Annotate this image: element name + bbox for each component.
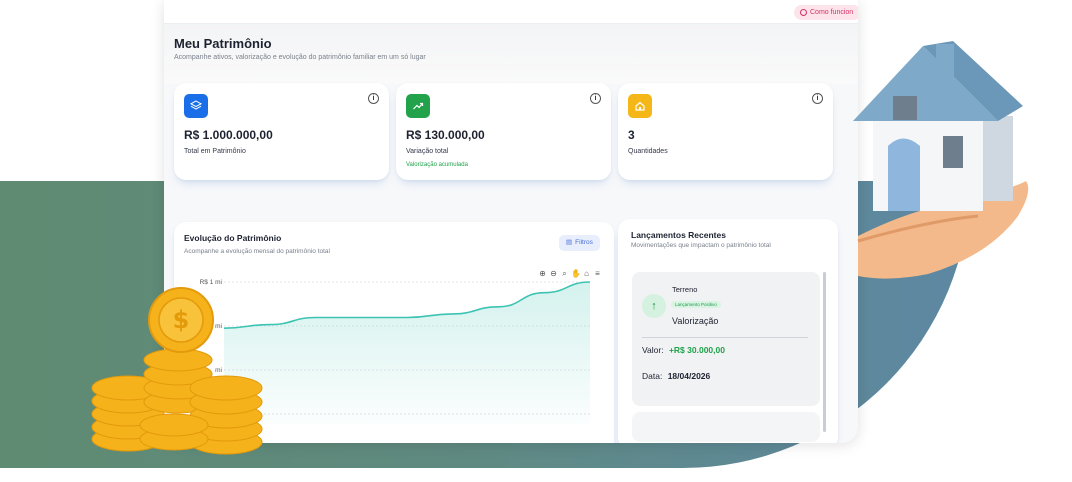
how-it-works-button[interactable]: Como funcion: [794, 5, 858, 20]
stat-label: Quantidades: [628, 148, 668, 155]
top-bar: Como funcion: [164, 0, 858, 24]
home-icon: [628, 94, 652, 118]
filter-icon: ▤: [566, 239, 573, 246]
recent-title: Lançamentos Recentes: [631, 230, 726, 240]
stat-card-total: i R$ 1.000.000,00 Total em Patrimônio: [174, 83, 389, 180]
entry-date-label: Data:: [642, 371, 663, 381]
entry-name: Terreno: [672, 285, 698, 294]
entry-tag: Lançamento Positivo: [671, 301, 721, 308]
info-icon[interactable]: i: [368, 93, 379, 104]
arrow-up-icon: ↑: [642, 294, 666, 318]
evolution-subtitle: Acompanhe a evolução mensal do patrimôni…: [184, 248, 330, 255]
divider: [642, 337, 808, 338]
series-area: [224, 282, 590, 424]
page-header: Meu Patrimônio Acompanhe ativos, valoriz…: [164, 24, 858, 84]
stat-card-quantity: i 3 Quantidades: [618, 83, 833, 180]
entry-value-label: Valor:: [642, 345, 664, 355]
stat-value: R$ 1.000.000,00: [184, 128, 273, 142]
entry-date-row: Data: 18/04/2026: [642, 371, 710, 381]
page-title: Meu Patrimônio: [174, 36, 272, 51]
evolution-title: Evolução do Patrimônio: [184, 233, 282, 243]
page-subtitle: Acompanhe ativos, valorização e evolução…: [174, 54, 426, 61]
stat-hint: Valorização acumulada: [406, 162, 468, 168]
stat-label: Variação total: [406, 148, 449, 155]
trending-up-icon: [406, 94, 430, 118]
stat-value: 3: [628, 128, 635, 142]
entry-date: 18/04/2026: [667, 371, 711, 381]
recent-entries-card: Lançamentos Recentes Movimentações que i…: [618, 219, 838, 443]
stat-card-variation: i R$ 130.000,00 Variação total Valorizaç…: [396, 83, 611, 180]
stat-value: R$ 130.000,00: [406, 128, 485, 142]
info-icon[interactable]: i: [812, 93, 823, 104]
house-in-hand-illustration: [853, 41, 1029, 279]
entry-value-row: Valor: +R$ 30.000,00: [642, 345, 725, 355]
coin-stack-illustration: $: [91, 287, 263, 455]
entry-value: +R$ 30.000,00: [668, 345, 725, 355]
how-it-works-label: Como funcion: [810, 9, 854, 16]
layers-icon: [184, 94, 208, 118]
filters-button[interactable]: ▤ Filtros: [559, 235, 600, 251]
stage: Como funcion Meu Patrimônio Acompanhe at…: [0, 0, 1072, 482]
entry-kind: Valorização: [672, 316, 719, 326]
list-item[interactable]: ↑ Terreno Lançamento Positivo Valorizaçã…: [632, 272, 820, 406]
recent-subtitle: Movimentações que impactam o patrimônio …: [631, 242, 771, 249]
list-item[interactable]: [632, 412, 820, 442]
svg-text:$: $: [173, 306, 190, 334]
filters-label: Filtros: [575, 239, 593, 246]
scrollbar[interactable]: [823, 272, 826, 432]
stat-label: Total em Patrimônio: [184, 148, 246, 155]
help-icon: [800, 9, 807, 16]
info-icon[interactable]: i: [590, 93, 601, 104]
